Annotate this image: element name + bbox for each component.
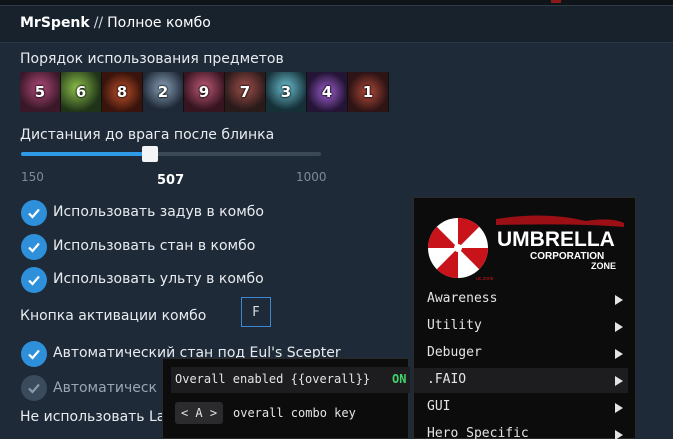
item-order-label: Порядок использования предметов <box>20 51 284 67</box>
logo-small: uc.zone <box>476 276 494 282</box>
blink-distance-slider-thumb[interactable] <box>142 146 158 162</box>
menu-item-label: Hero Specific <box>427 426 529 439</box>
blink-distance-slider-track[interactable] <box>21 152 321 156</box>
chevron-right-icon <box>615 403 623 413</box>
slider-value: 507 <box>157 173 185 188</box>
activation-key-button[interactable]: F <box>241 297 271 327</box>
menu-item-label: .FAIO <box>427 372 467 387</box>
item-order-number: 1 <box>362 83 374 101</box>
checkbox-use-stun[interactable] <box>21 234 47 260</box>
item-slot-4[interactable]: 2 <box>143 72 184 112</box>
item-order-number: 4 <box>321 83 333 101</box>
item-slot-6[interactable]: 7 <box>225 72 266 112</box>
menu-item-utility[interactable]: Utility <box>414 314 637 339</box>
menu-item-awareness[interactable]: Awareness <box>414 287 637 312</box>
overall-enabled-toggle[interactable]: Overall enabled {{overall}} ON <box>171 367 410 393</box>
chevron-right-icon <box>615 349 623 359</box>
logo-title: UMBRELLA <box>497 228 615 251</box>
chevron-right-icon <box>615 376 623 386</box>
checkmark-icon <box>28 383 40 394</box>
menu-item-faio[interactable]: .FAIO <box>414 368 628 393</box>
overlay-submenu: Overall enabled {{overall}} ON < A > ove… <box>162 358 410 439</box>
blink-distance-label: Дистанция до врага после блинка <box>20 127 275 143</box>
slider-min: 150 <box>21 170 44 184</box>
slider-max: 1000 <box>296 170 327 184</box>
checkbox-use-blow[interactable] <box>21 200 47 226</box>
item-slot-7[interactable]: 3 <box>266 72 307 112</box>
option-no-use-label: Не использовать La <box>20 409 166 425</box>
slider-fill <box>21 152 150 156</box>
menu-item-hero-specific[interactable]: Hero Specific <box>414 422 637 439</box>
umbrella-logo: UMBRELLA CORPORATION ZONE uc.zone <box>428 215 624 282</box>
overall-enabled-label: Overall enabled {{overall}} <box>175 372 371 386</box>
page-title: MrSpenk//Полное комбо <box>20 15 211 31</box>
chevron-right-icon <box>615 295 623 305</box>
logo-line3: ZONE <box>591 261 616 271</box>
checkbox-use-ult[interactable] <box>21 267 47 293</box>
checkmark-icon <box>28 208 40 219</box>
checkmark-icon <box>28 349 40 360</box>
option-use-ult-label: Использовать ульту в комбо <box>53 271 264 287</box>
overall-enabled-state: ON <box>392 372 407 386</box>
item-order-number: 5 <box>34 83 46 101</box>
checkmark-icon <box>28 275 40 286</box>
item-slot-9[interactable]: 1 <box>348 72 389 112</box>
menu-item-gui[interactable]: GUI <box>414 395 637 420</box>
combo-key-selector[interactable]: < A > <box>175 402 223 424</box>
top-red-mark <box>551 0 561 3</box>
menu-item-label: Awareness <box>427 291 498 306</box>
item-order-number: 3 <box>280 83 292 101</box>
item-order-number: 2 <box>157 83 169 101</box>
item-order-number: 6 <box>75 83 87 101</box>
menu-item-label: GUI <box>427 399 451 414</box>
menu-item-label: Debuger <box>427 345 482 360</box>
menu-item-label: Utility <box>427 318 482 333</box>
item-order-number: 8 <box>116 83 128 101</box>
checkmark-icon <box>28 242 40 253</box>
item-order-number: 7 <box>239 83 251 101</box>
chevron-right-icon <box>615 430 623 439</box>
item-slot-2[interactable]: 6 <box>61 72 102 112</box>
combo-key-label: overall combo key <box>233 406 356 420</box>
item-order-number: 9 <box>198 83 210 101</box>
title-separator: // <box>93 15 104 31</box>
option-auto-partial-label: Автоматическ <box>53 380 157 396</box>
item-order-list: 5 6 8 2 9 7 3 4 1 <box>20 72 389 112</box>
chevron-right-icon <box>615 322 623 332</box>
checkbox-auto-partial[interactable] <box>21 375 47 401</box>
activation-key-label: Кнопка активации комбо <box>20 308 207 324</box>
title-text: Полное комбо <box>107 15 211 31</box>
option-use-blow-label: Использовать задув в комбо <box>53 204 264 220</box>
option-use-stun-label: Использовать стан в комбо <box>53 238 256 254</box>
item-slot-8[interactable]: 4 <box>307 72 348 112</box>
menu-item-debuger[interactable]: Debuger <box>414 341 637 366</box>
item-slot-1[interactable]: 5 <box>20 72 61 112</box>
panel-header: MrSpenk//Полное комбо <box>0 6 673 43</box>
checkbox-auto-stun-eul[interactable] <box>21 341 47 367</box>
brand-name: MrSpenk <box>20 15 90 31</box>
item-slot-3[interactable]: 8 <box>102 72 143 112</box>
overlay-menu: UMBRELLA CORPORATION ZONE uc.zone Awaren… <box>413 197 636 439</box>
item-slot-5[interactable]: 9 <box>184 72 225 112</box>
